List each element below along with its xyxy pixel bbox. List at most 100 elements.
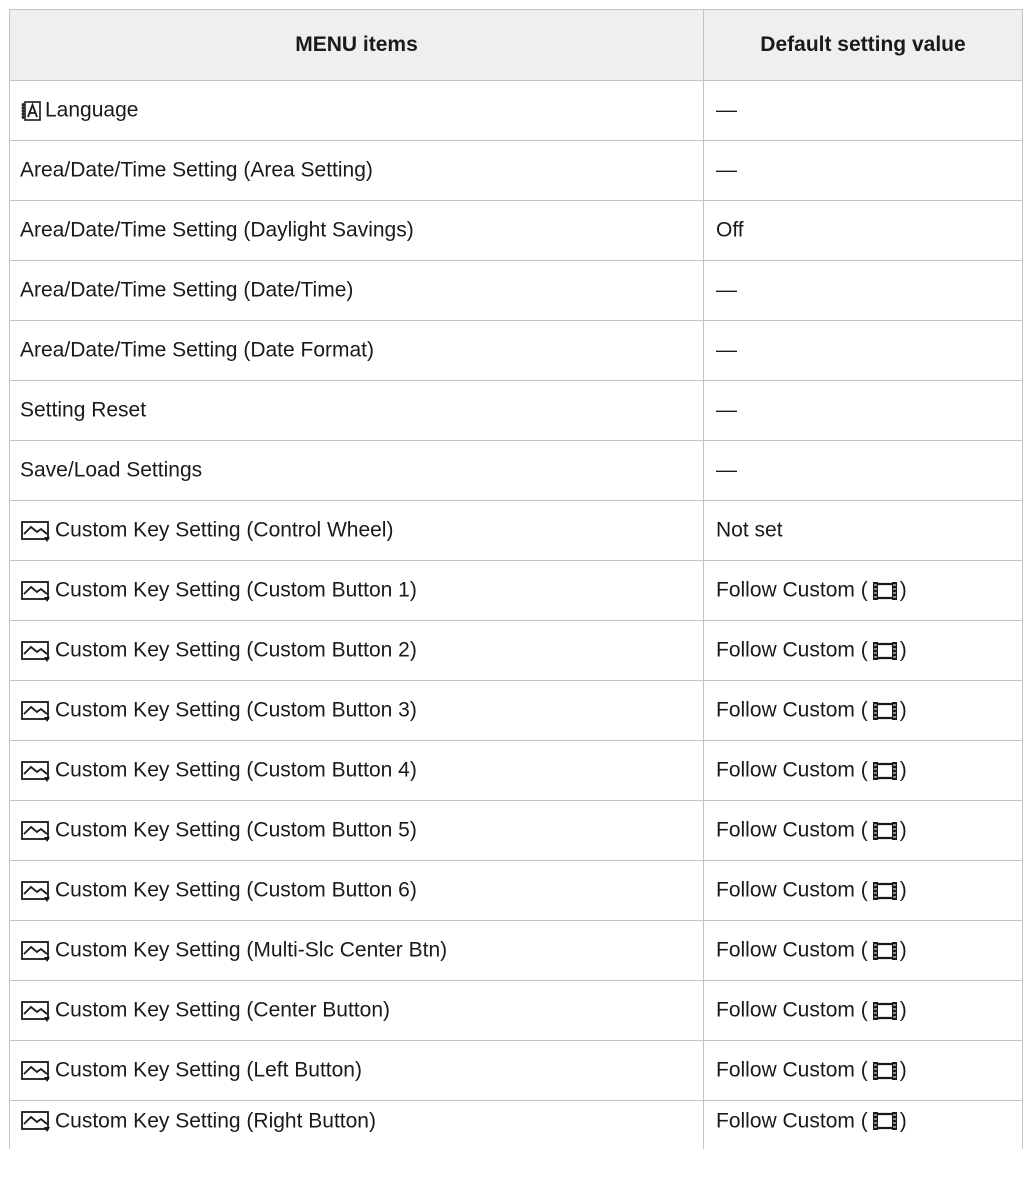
table-row: Custom Key Setting (Custom Button 2) Foll… <box>9 620 1023 681</box>
menu-item-cell: Custom Key Setting (Control Wheel) <box>9 500 704 561</box>
default-value-cell: Follow Custom () <box>703 1040 1023 1101</box>
default-value-suffix: ) <box>899 578 907 602</box>
custom-key-photo-icon <box>20 819 52 843</box>
default-value-cell: Follow Custom () <box>703 920 1023 981</box>
default-value-cell: Follow Custom () <box>703 800 1023 861</box>
table-row: Custom Key Setting (Multi-Slc Center Btn… <box>9 920 1023 981</box>
language-icon <box>20 100 42 122</box>
default-value-text: — <box>716 158 737 182</box>
default-value-cell: Follow Custom () <box>703 860 1023 921</box>
menu-item-label: Area/Date/Time Setting (Daylight Savings… <box>20 218 414 242</box>
custom-key-photo-icon <box>20 519 52 543</box>
default-value-text: Follow Custom ( <box>716 1109 868 1133</box>
menu-item-label: Custom Key Setting (Left Button) <box>55 1058 362 1082</box>
default-value-cell: — <box>703 380 1023 441</box>
movie-icon <box>872 820 898 842</box>
menu-item-label: Language <box>45 98 139 122</box>
movie-icon <box>872 880 898 902</box>
default-value-cell: Follow Custom () <box>703 560 1023 621</box>
table-row: Custom Key Setting (Custom Button 5) Foll… <box>9 800 1023 861</box>
default-value-cell: Follow Custom () <box>703 740 1023 801</box>
custom-key-photo-icon <box>20 1109 52 1133</box>
menu-item-label: Save/Load Settings <box>20 458 203 482</box>
custom-key-photo-icon <box>20 999 52 1023</box>
header-row: MENU items Default setting value <box>9 9 1023 81</box>
default-value-cell: Follow Custom () <box>703 980 1023 1041</box>
menu-item-label: Custom Key Setting (Center Button) <box>55 998 390 1022</box>
menu-item-label: Area/Date/Time Setting (Date/Time) <box>20 278 354 302</box>
custom-key-photo-icon <box>20 639 52 663</box>
default-value-suffix: ) <box>899 878 907 902</box>
menu-item-cell: Custom Key Setting (Custom Button 6) <box>9 860 704 921</box>
default-value-text: Follow Custom ( <box>716 998 868 1022</box>
table-row: Area/Date/Time Setting (Daylight Savings… <box>9 200 1023 261</box>
header-default-value: Default setting value <box>703 9 1023 81</box>
table-body: Language — Area/Date/Time Setting (Area Se… <box>9 80 1023 1149</box>
default-value-cell: Follow Custom () <box>703 620 1023 681</box>
movie-icon <box>872 640 898 662</box>
default-value-text: Follow Custom ( <box>716 638 868 662</box>
default-value-text: Follow Custom ( <box>716 878 868 902</box>
table-row: Custom Key Setting (Custom Button 1) Foll… <box>9 560 1023 621</box>
default-value-suffix: ) <box>899 1058 907 1082</box>
default-value-suffix: ) <box>899 698 907 722</box>
default-value-cell: Off <box>703 200 1023 261</box>
default-value-text: — <box>716 338 737 362</box>
table-row: Custom Key Setting (Left Button) Follow C… <box>9 1040 1023 1101</box>
default-value-cell: Follow Custom () <box>703 1100 1023 1149</box>
table-row: Custom Key Setting (Custom Button 4) Foll… <box>9 740 1023 801</box>
default-value-suffix: ) <box>899 818 907 842</box>
menu-item-cell: Area/Date/Time Setting (Date/Time) <box>9 260 704 321</box>
default-value-text: — <box>716 458 737 482</box>
default-value-text: Off <box>716 218 744 242</box>
menu-item-label: Custom Key Setting (Custom Button 2) <box>55 638 417 662</box>
menu-item-label: Area/Date/Time Setting (Area Setting) <box>20 158 373 182</box>
default-value-text: Follow Custom ( <box>716 578 868 602</box>
custom-key-photo-icon <box>20 699 52 723</box>
menu-item-label: Setting Reset <box>20 398 147 422</box>
menu-item-cell: Area/Date/Time Setting (Area Setting) <box>9 140 704 201</box>
menu-item-label: Custom Key Setting (Custom Button 6) <box>55 878 417 902</box>
default-value-text: — <box>716 398 737 422</box>
movie-icon <box>872 1000 898 1022</box>
movie-icon <box>872 1060 898 1082</box>
default-value-suffix: ) <box>899 1109 907 1133</box>
table-row: Custom Key Setting (Control Wheel) Not se… <box>9 500 1023 561</box>
menu-item-cell: Custom Key Setting (Right Button) <box>9 1100 704 1149</box>
table-row: Save/Load Settings — <box>9 440 1023 501</box>
default-value-suffix: ) <box>899 758 907 782</box>
default-value-cell: — <box>703 140 1023 201</box>
default-value-text: Follow Custom ( <box>716 758 868 782</box>
custom-key-photo-icon <box>20 879 52 903</box>
table-row: Custom Key Setting (Right Button) Follow … <box>9 1100 1023 1149</box>
default-value-text: Follow Custom ( <box>716 698 868 722</box>
menu-item-label: Area/Date/Time Setting (Date Format) <box>20 338 375 362</box>
default-value-cell: — <box>703 80 1023 141</box>
menu-item-cell: Setting Reset <box>9 380 704 441</box>
table-header: MENU items Default setting value <box>9 9 1023 81</box>
menu-item-cell: Custom Key Setting (Custom Button 3) <box>9 680 704 741</box>
menu-item-cell: Custom Key Setting (Multi-Slc Center Btn… <box>9 920 704 981</box>
custom-key-photo-icon <box>20 1059 52 1083</box>
default-value-cell: — <box>703 320 1023 381</box>
menu-item-cell: Save/Load Settings <box>9 440 704 501</box>
menu-item-cell: Custom Key Setting (Left Button) <box>9 1040 704 1101</box>
movie-icon <box>872 760 898 782</box>
default-value-text: Follow Custom ( <box>716 938 868 962</box>
menu-item-label: Custom Key Setting (Multi-Slc Center Btn… <box>55 938 448 962</box>
menu-item-cell: Custom Key Setting (Custom Button 1) <box>9 560 704 621</box>
menu-item-cell: Area/Date/Time Setting (Date Format) <box>9 320 704 381</box>
default-value-text: Follow Custom ( <box>716 818 868 842</box>
default-value-text: Follow Custom ( <box>716 1058 868 1082</box>
menu-item-cell: Custom Key Setting (Custom Button 2) <box>9 620 704 681</box>
default-value-text: Not set <box>716 518 783 542</box>
menu-item-label: Custom Key Setting (Custom Button 4) <box>55 758 417 782</box>
table-row: Area/Date/Time Setting (Date/Time) — <box>9 260 1023 321</box>
menu-item-label: Custom Key Setting (Custom Button 5) <box>55 818 417 842</box>
menu-item-label: Custom Key Setting (Control Wheel) <box>55 518 394 542</box>
movie-icon <box>872 700 898 722</box>
menu-item-cell: Area/Date/Time Setting (Daylight Savings… <box>9 200 704 261</box>
menu-item-cell: Custom Key Setting (Center Button) <box>9 980 704 1041</box>
movie-icon <box>872 580 898 602</box>
table-row: Custom Key Setting (Custom Button 6) Foll… <box>9 860 1023 921</box>
